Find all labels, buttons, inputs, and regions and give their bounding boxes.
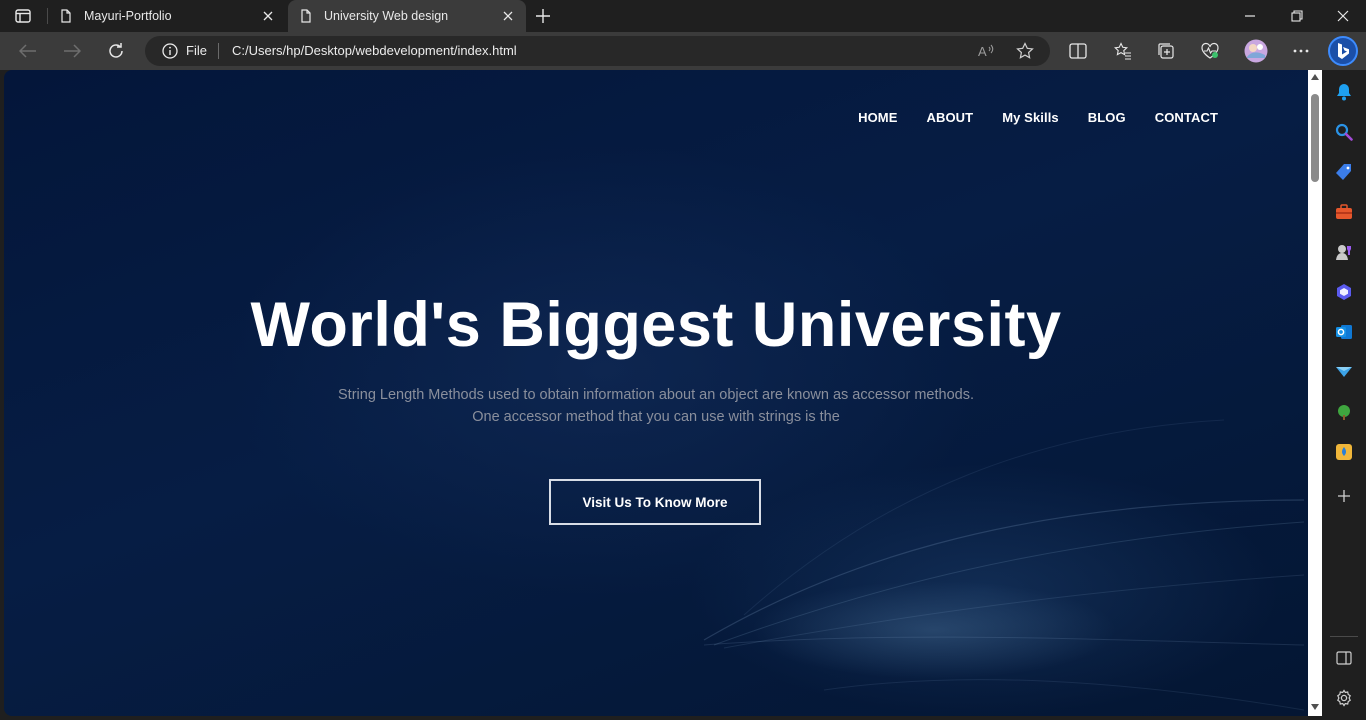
more-options-icon[interactable] bbox=[1289, 39, 1313, 63]
file-icon bbox=[299, 9, 313, 23]
scroll-down-arrow-icon[interactable] bbox=[1311, 704, 1319, 710]
outlook-icon[interactable] bbox=[1334, 322, 1354, 342]
close-window-button[interactable] bbox=[1331, 4, 1355, 28]
tree-icon[interactable] bbox=[1334, 402, 1354, 422]
tab-mayuri-portfolio[interactable]: Mayuri-Portfolio bbox=[48, 0, 286, 32]
refresh-button[interactable] bbox=[104, 39, 128, 63]
sidebar-divider bbox=[1330, 636, 1358, 637]
shopping-tag-icon[interactable] bbox=[1334, 162, 1354, 182]
read-aloud-icon[interactable]: A bbox=[976, 41, 996, 61]
restore-button[interactable] bbox=[1285, 4, 1309, 28]
nav-link-contact[interactable]: CONTACT bbox=[1155, 110, 1218, 125]
file-icon bbox=[59, 9, 73, 23]
tab-university-web-design[interactable]: University Web design bbox=[288, 0, 526, 32]
edge-sidebar bbox=[1322, 70, 1366, 720]
forward-button[interactable] bbox=[60, 39, 84, 63]
copilot-icon[interactable] bbox=[1334, 282, 1354, 302]
tab-actions-icon[interactable] bbox=[14, 8, 32, 24]
scheme-label: File bbox=[186, 43, 207, 58]
browser-toolbar: File C:/Users/hp/Desktop/webdevelopment/… bbox=[0, 32, 1366, 70]
minimize-button[interactable] bbox=[1238, 4, 1262, 28]
add-icon[interactable] bbox=[1334, 486, 1354, 506]
favorites-icon[interactable] bbox=[1111, 39, 1135, 63]
back-button[interactable] bbox=[16, 39, 40, 63]
hero-title: World's Biggest University bbox=[250, 290, 1062, 360]
site-navigation: HOME ABOUT My Skills BLOG CONTACT bbox=[858, 110, 1218, 125]
telegram-icon[interactable] bbox=[1334, 362, 1354, 382]
nav-link-blog[interactable]: BLOG bbox=[1088, 110, 1126, 125]
visit-us-button[interactable]: Visit Us To Know More bbox=[549, 479, 761, 525]
tab-title: University Web design bbox=[324, 9, 449, 23]
hero-subtitle: String Length Methods used to obtain inf… bbox=[4, 384, 1308, 428]
nav-link-home[interactable]: HOME bbox=[858, 110, 897, 125]
search-icon[interactable] bbox=[1334, 122, 1354, 142]
split-screen-icon[interactable] bbox=[1066, 39, 1090, 63]
svg-text:A: A bbox=[978, 44, 987, 59]
info-icon[interactable] bbox=[162, 43, 178, 59]
tab-strip: Mayuri-Portfolio University Web design bbox=[0, 0, 1366, 32]
url-text[interactable]: C:/Users/hp/Desktop/webdevelopment/index… bbox=[232, 43, 517, 58]
tab-title: Mayuri-Portfolio bbox=[84, 9, 172, 23]
page-viewport: HOME ABOUT My Skills BLOG CONTACT World'… bbox=[4, 70, 1308, 716]
nav-link-about[interactable]: ABOUT bbox=[926, 110, 973, 125]
hero-subtitle-line-2: One accessor method that you can use wit… bbox=[472, 409, 840, 425]
split-panel-icon[interactable] bbox=[1334, 648, 1354, 668]
address-bar[interactable]: File C:/Users/hp/Desktop/webdevelopment/… bbox=[145, 36, 1050, 66]
hero-subtitle-line-1: String Length Methods used to obtain inf… bbox=[338, 387, 974, 403]
nav-link-my-skills[interactable]: My Skills bbox=[1002, 110, 1059, 125]
address-divider bbox=[218, 43, 219, 59]
bell-icon[interactable] bbox=[1334, 82, 1354, 102]
close-icon[interactable] bbox=[260, 8, 276, 24]
new-tab-button[interactable] bbox=[533, 6, 553, 26]
copilot-button[interactable] bbox=[1328, 36, 1358, 66]
collections-icon[interactable] bbox=[1154, 39, 1178, 63]
browser-essentials-icon[interactable] bbox=[1198, 39, 1222, 63]
close-icon[interactable] bbox=[500, 8, 516, 24]
scrollbar-thumb[interactable] bbox=[1311, 94, 1319, 182]
page-scrollbar[interactable] bbox=[1308, 70, 1322, 716]
settings-icon[interactable] bbox=[1334, 688, 1354, 708]
profile-avatar[interactable] bbox=[1243, 38, 1269, 64]
drop-icon[interactable] bbox=[1334, 442, 1354, 462]
tools-icon[interactable] bbox=[1334, 202, 1354, 222]
favorite-star-icon[interactable] bbox=[1015, 41, 1035, 61]
games-icon[interactable] bbox=[1334, 242, 1354, 262]
scroll-up-arrow-icon[interactable] bbox=[1311, 74, 1319, 80]
